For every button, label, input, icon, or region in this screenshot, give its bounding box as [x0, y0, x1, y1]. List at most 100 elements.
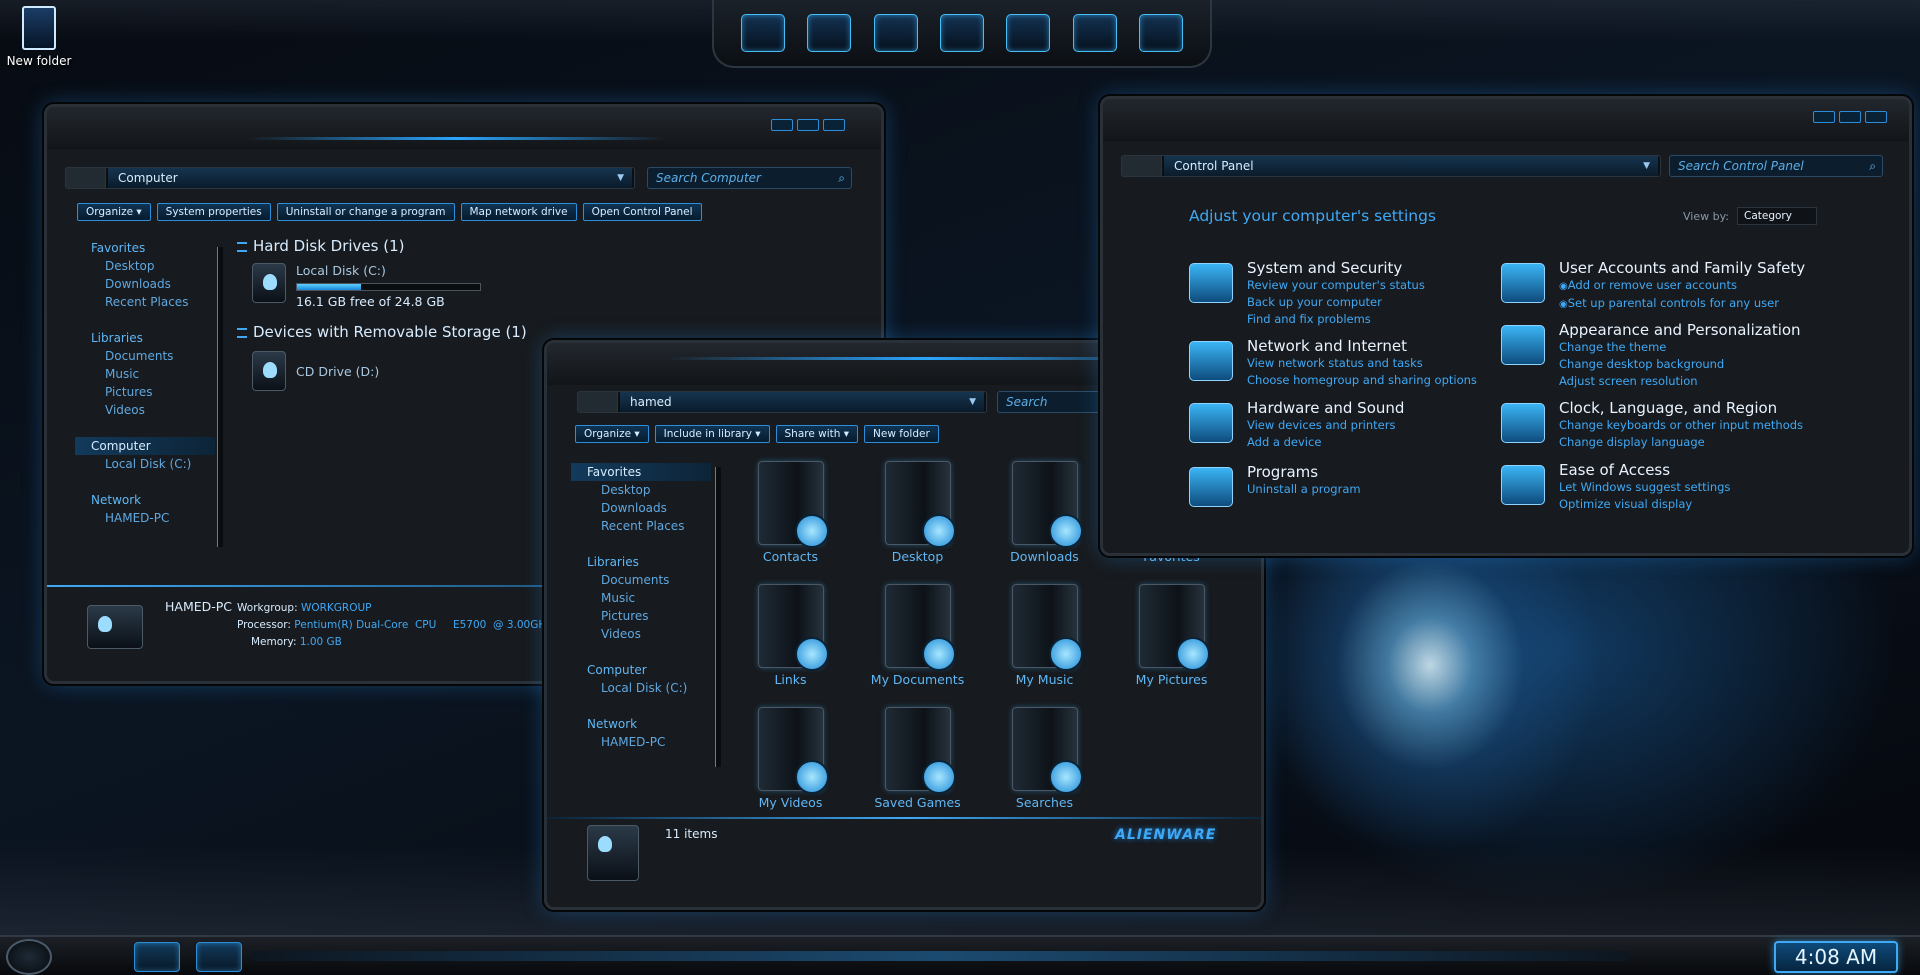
address-bar[interactable]: Control Panel ▼	[1121, 155, 1661, 177]
dock-network-icon[interactable]	[807, 14, 852, 52]
nav-network[interactable]: Network	[571, 715, 711, 733]
nav-scrollbar[interactable]	[217, 247, 223, 547]
nav-music[interactable]: Music	[75, 365, 215, 383]
dock-computer-icon[interactable]	[741, 14, 786, 52]
category-link[interactable]: Back up your computer	[1247, 294, 1425, 311]
folder-item[interactable]: Contacts	[727, 461, 854, 564]
folder-item[interactable]: Links	[727, 584, 854, 687]
open-control-panel-button[interactable]: Open Control Panel	[582, 203, 702, 221]
category-title[interactable]: Clock, Language, and Region	[1559, 399, 1803, 417]
category-link[interactable]: Find and fix problems	[1247, 311, 1425, 328]
minimize-button[interactable]	[1813, 111, 1835, 123]
nav-favorites[interactable]: Favorites	[571, 463, 711, 481]
chevron-down-icon[interactable]: ▼	[969, 397, 976, 407]
title-bar[interactable]	[47, 107, 881, 149]
dock-alien-icon[interactable]	[1006, 14, 1051, 52]
back-forward-buttons[interactable]	[1122, 156, 1162, 176]
category-link[interactable]: View devices and printers	[1247, 417, 1404, 434]
close-button[interactable]	[823, 119, 845, 131]
category-link[interactable]: Change display language	[1559, 434, 1803, 451]
nav-computer[interactable]: Computer	[75, 437, 215, 455]
nav-videos[interactable]: Videos	[75, 401, 215, 419]
address-bar[interactable]: Computer ▼	[65, 167, 635, 189]
category-title[interactable]: Ease of Access	[1559, 461, 1730, 479]
dock-gamepad-icon[interactable]	[939, 14, 984, 52]
maximize-button[interactable]	[797, 119, 819, 131]
category-icon[interactable]	[1189, 467, 1233, 507]
category-title[interactable]: Network and Internet	[1247, 337, 1477, 355]
nav-pictures[interactable]: Pictures	[571, 607, 711, 625]
share-with-button[interactable]: Share with ▾	[775, 425, 859, 443]
folder-item[interactable]: Desktop	[854, 461, 981, 564]
category-icon[interactable]	[1189, 263, 1233, 303]
category-title[interactable]: Programs	[1247, 463, 1361, 481]
taskbar-computer-icon[interactable]	[196, 942, 242, 972]
uninstall-program-button[interactable]: Uninstall or change a program	[276, 203, 455, 221]
nav-computer[interactable]: Computer	[571, 661, 711, 679]
category-icon[interactable]	[1189, 341, 1233, 381]
category-title[interactable]: System and Security	[1247, 259, 1425, 277]
category-link[interactable]: Choose homegroup and sharing options	[1247, 372, 1477, 389]
nav-pictures[interactable]: Pictures	[75, 383, 215, 401]
system-properties-button[interactable]: System properties	[156, 203, 271, 221]
cd-drive-item[interactable]: CD Drive (D:)	[252, 351, 379, 391]
view-by-dropdown[interactable]: Category	[1737, 207, 1817, 225]
nav-hamed-pc[interactable]: HAMED-PC	[571, 733, 711, 751]
folder-item[interactable]: My Pictures	[1108, 584, 1235, 687]
category-icon[interactable]	[1501, 465, 1545, 505]
chevron-down-icon[interactable]: ▼	[617, 173, 624, 183]
include-in-library-button[interactable]: Include in library ▾	[654, 425, 770, 443]
category-link[interactable]: Review your computer's status	[1247, 277, 1425, 294]
folder-item[interactable]: My Music	[981, 584, 1108, 687]
folder-item[interactable]: My Documents	[854, 584, 981, 687]
start-button[interactable]	[6, 939, 52, 975]
folder-item[interactable]: Searches	[981, 707, 1108, 810]
nav-libraries[interactable]: Libraries	[75, 329, 215, 347]
category-icon[interactable]	[1501, 263, 1545, 303]
desktop-icon-new-folder[interactable]: New folder	[4, 6, 74, 68]
clock[interactable]: 4:08 AM	[1774, 941, 1898, 973]
category-link[interactable]: Add a device	[1247, 434, 1404, 451]
nav-videos[interactable]: Videos	[571, 625, 711, 643]
nav-local-disk[interactable]: Local Disk (C:)	[571, 679, 711, 697]
category-link[interactable]: Add or remove user accounts	[1559, 277, 1805, 295]
category-link[interactable]: Let Windows suggest settings	[1559, 479, 1730, 496]
nav-favorites[interactable]: Favorites	[75, 239, 215, 257]
category-icon[interactable]	[1501, 325, 1545, 365]
category-link[interactable]: Optimize visual display	[1559, 496, 1730, 513]
category-link[interactable]: Set up parental controls for any user	[1559, 295, 1805, 313]
nav-desktop[interactable]: Desktop	[75, 257, 215, 275]
category-link[interactable]: Uninstall a program	[1247, 481, 1361, 498]
new-folder-button[interactable]: New folder	[864, 425, 939, 443]
category-icon[interactable]	[1189, 403, 1233, 443]
nav-documents[interactable]: Documents	[75, 347, 215, 365]
folder-item[interactable]: My Videos	[727, 707, 854, 810]
close-button[interactable]	[1865, 111, 1887, 123]
nav-downloads[interactable]: Downloads	[571, 499, 711, 517]
nav-music[interactable]: Music	[571, 589, 711, 607]
category-title[interactable]: User Accounts and Family Safety	[1559, 259, 1805, 277]
nav-scrollbar[interactable]	[715, 467, 721, 767]
category-title[interactable]: Hardware and Sound	[1247, 399, 1404, 417]
minimize-button[interactable]	[771, 119, 793, 131]
category-link[interactable]: Change the theme	[1559, 339, 1801, 356]
category-link[interactable]: Change keyboards or other input methods	[1559, 417, 1803, 434]
dock-media-icon[interactable]	[873, 14, 918, 52]
category-link[interactable]: Change desktop background	[1559, 356, 1801, 373]
category-title[interactable]: Appearance and Personalization	[1559, 321, 1801, 339]
nav-local-disk[interactable]: Local Disk (C:)	[75, 455, 215, 473]
nav-downloads[interactable]: Downloads	[75, 275, 215, 293]
nav-desktop[interactable]: Desktop	[571, 481, 711, 499]
back-forward-buttons[interactable]	[66, 168, 106, 188]
title-bar[interactable]	[1103, 99, 1909, 141]
organize-button[interactable]: Organize ▾	[575, 425, 649, 443]
nav-hamed-pc[interactable]: HAMED-PC	[75, 509, 215, 527]
category-icon[interactable]	[1501, 403, 1545, 443]
organize-button[interactable]: Organize ▾	[77, 203, 151, 221]
dock-drive-icon[interactable]	[1072, 14, 1117, 52]
nav-libraries[interactable]: Libraries	[571, 553, 711, 571]
maximize-button[interactable]	[1839, 111, 1861, 123]
folder-item[interactable]: Saved Games	[854, 707, 981, 810]
nav-documents[interactable]: Documents	[571, 571, 711, 589]
chevron-down-icon[interactable]: ▼	[1643, 161, 1650, 171]
